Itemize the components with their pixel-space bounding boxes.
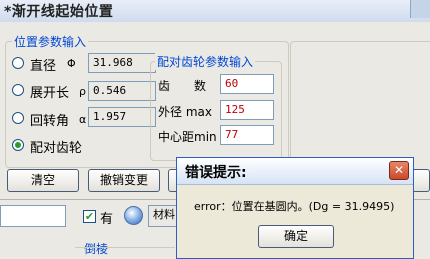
window-title: *渐开线起始位置 [4,4,114,20]
option-label-mating-gear: 配对齿轮 [30,141,83,156]
material-orb-icon[interactable] [124,206,143,225]
option-label-diameter: 直径 [30,59,57,74]
chamfer-label: 倒棱 [84,242,109,256]
option-symbol-unroll-length: ρ [79,85,86,98]
error-dialog-title-bar: 错误提示: ✕ [177,158,413,185]
radio-rotation-angle[interactable] [12,112,24,124]
material-label: 材料 [153,208,175,221]
rotation-angle-field[interactable]: 1.957 [88,107,156,127]
window-title-bar: *渐开线起始位置 [0,0,430,22]
window-close-button[interactable] [410,0,430,18]
undo-changes-button[interactable]: 撤销变更 [88,169,160,192]
ok-button[interactable]: 确定 [258,225,334,248]
teeth-label: 齿 数 [158,79,207,93]
material-field[interactable]: 材料 [148,205,178,227]
option-label-rotation-angle: 回转角 [30,114,70,129]
radio-unroll-length[interactable] [12,84,24,96]
has-checkbox-label: 有 [100,212,114,227]
error-dialog: 错误提示: ✕ error：位置在基圆内。(Dg = 31.9495) 确定 [176,157,414,259]
center-distance-label: 中心距min [158,130,217,144]
has-checkbox[interactable]: ✔ [83,210,96,223]
radio-mating-gear[interactable] [12,139,24,151]
error-dialog-title: 错误提示: [185,165,247,181]
clear-button[interactable]: 清空 [7,169,79,192]
dialog-close-icon[interactable]: ✕ [389,161,409,180]
right-panel-frame [290,41,430,167]
error-message: error：位置在基圆内。(Dg = 31.9495) [194,200,395,213]
teeth-field[interactable]: 60 [220,74,274,94]
option-symbol-rotation-angle: α [79,113,87,126]
chamfer-group-frame [75,247,175,248]
center-distance-field[interactable]: 77 [220,125,274,145]
outer-diameter-field[interactable]: 125 [220,100,274,120]
unroll-length-field[interactable]: 0.546 [88,81,156,101]
mating-gear-group-legend: 配对齿轮参数输入 [155,53,256,70]
option-symbol-diameter: Φ [67,57,76,70]
outer-diameter-label: 外径 max [158,105,212,119]
radio-diameter[interactable] [12,57,24,69]
diameter-field[interactable]: 31.968 [88,53,156,73]
position-group-legend: 位置参数输入 [12,33,89,50]
option-label-unroll-length: 展开长 [30,86,70,101]
bottom-left-field[interactable] [0,205,66,227]
